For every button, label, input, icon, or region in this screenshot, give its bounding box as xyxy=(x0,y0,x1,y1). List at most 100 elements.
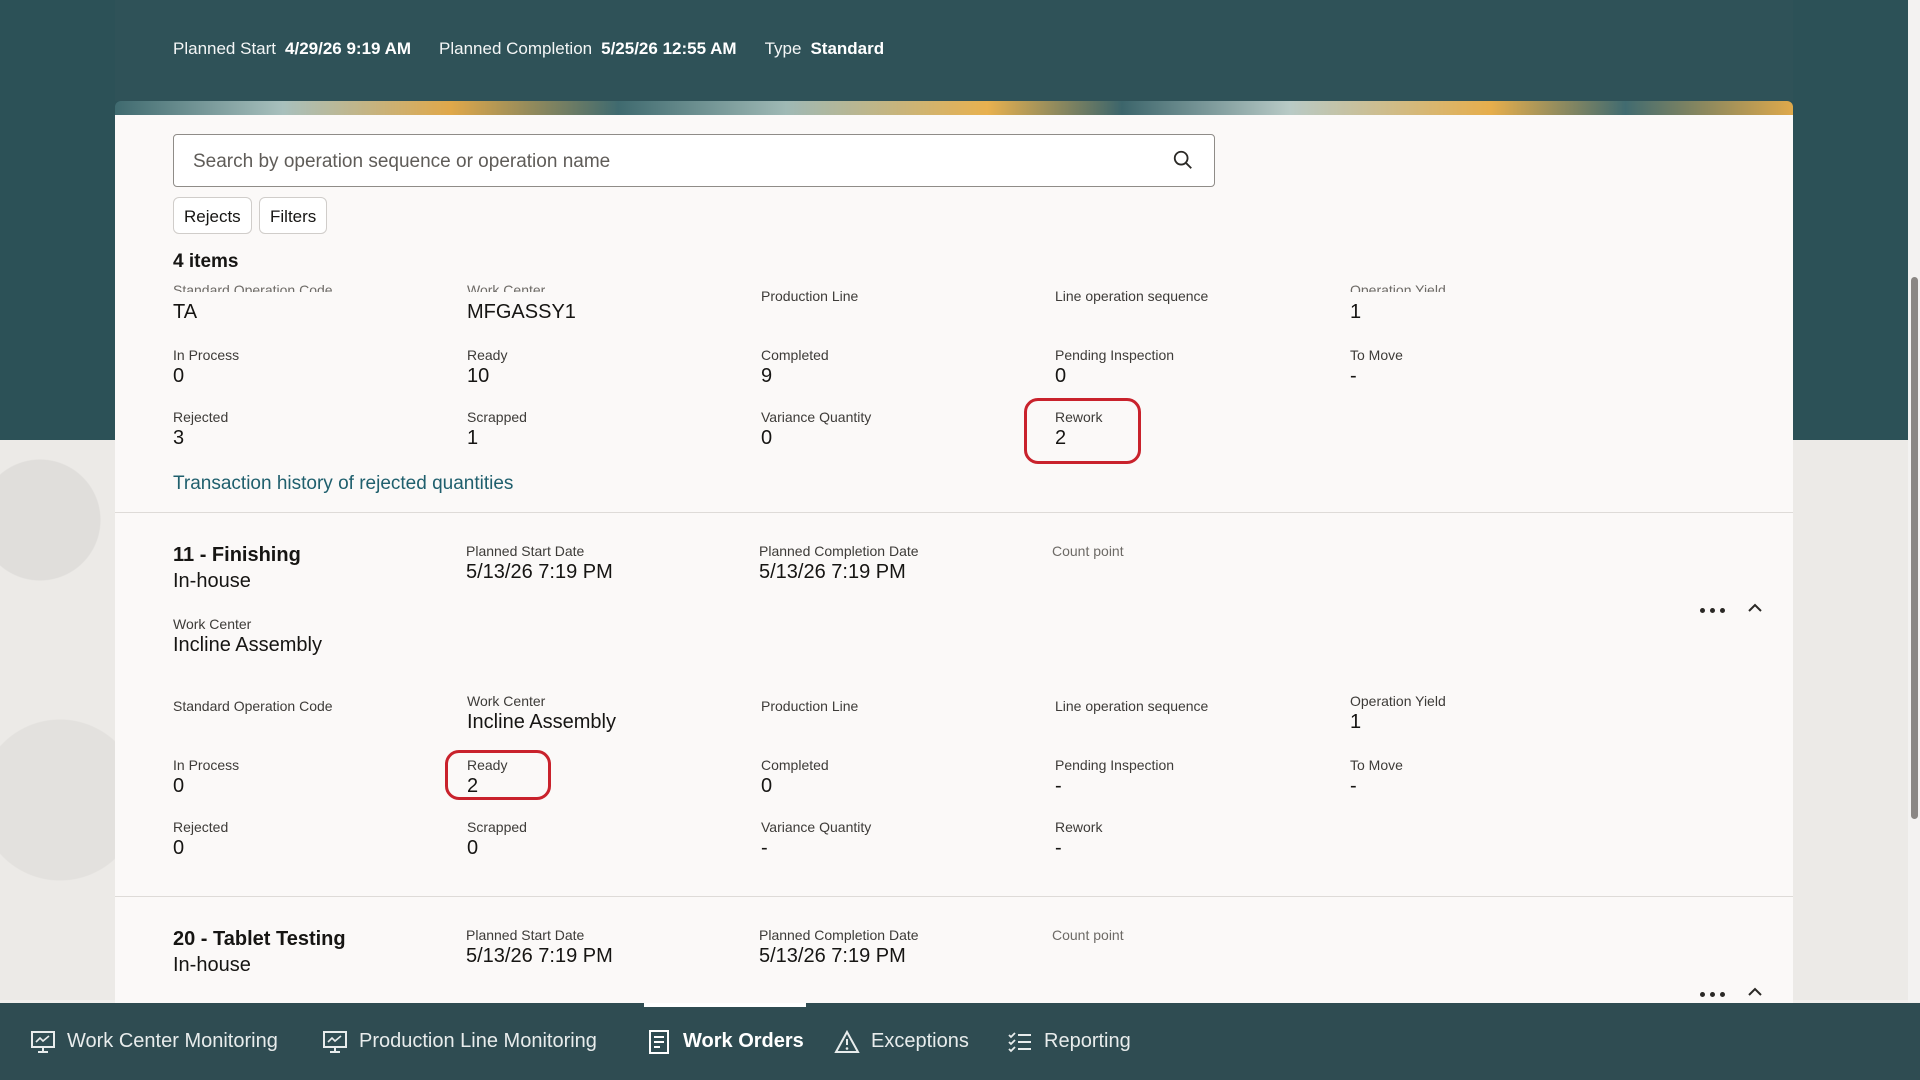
work-center-label: Work Center xyxy=(467,693,546,709)
planned-start-date-value: 5/13/26 7:19 PM xyxy=(466,945,613,967)
nav-work-orders[interactable]: Work Orders xyxy=(644,1003,806,1080)
rejects-chip[interactable]: Rejects xyxy=(173,197,252,234)
operation-yield-value: 1 xyxy=(1350,711,1362,733)
item-count: 4 items xyxy=(173,251,239,272)
to-move-value: - xyxy=(1350,365,1357,387)
scrapped-label: Scrapped xyxy=(467,819,527,835)
search-input[interactable]: Search by operation sequence or operatio… xyxy=(173,134,1215,187)
rework-highlight xyxy=(1024,398,1141,464)
line-operation-sequence-label: Line operation sequence xyxy=(1055,698,1209,714)
operation-title[interactable]: 11 - Finishing xyxy=(173,544,301,567)
planned-completion-date-label: Planned Completion Date xyxy=(759,543,919,559)
to-move-label: To Move xyxy=(1350,347,1403,363)
document-icon xyxy=(649,1029,669,1054)
production-line-label: Production Line xyxy=(761,698,859,714)
completed-value: 0 xyxy=(761,775,773,797)
search-icon[interactable] xyxy=(1172,149,1194,171)
transaction-history-link[interactable]: Transaction history of rejected quantiti… xyxy=(173,473,513,495)
line-operation-sequence-label: Line operation sequence xyxy=(1055,288,1209,304)
scrollbar-thumb[interactable] xyxy=(1911,277,1918,819)
pending-inspection-value: 0 xyxy=(1055,365,1067,387)
work-center-header-label: Work Center xyxy=(173,616,252,632)
planned-completion-label: Planned Completion xyxy=(439,39,593,58)
standard-operation-code-label: Standard Operation Code xyxy=(173,698,333,714)
completed-label: Completed xyxy=(761,757,829,773)
count-point-label: Count point xyxy=(1052,927,1124,943)
pending-inspection-label: Pending Inspection xyxy=(1055,347,1175,363)
planned-start-date-value: 5/13/26 7:19 PM xyxy=(466,561,613,583)
operation-yield-label: Operation Yield xyxy=(1350,282,1446,292)
rejected-label: Rejected xyxy=(173,409,229,425)
nav-reporting[interactable]: Reporting xyxy=(1007,1003,1131,1080)
monitor-icon xyxy=(323,1030,347,1053)
filters-chip[interactable]: Filters xyxy=(259,197,328,234)
in-process-value: 0 xyxy=(173,365,185,387)
operation-title[interactable]: 20 - Tablet Testing xyxy=(173,928,346,951)
planned-completion-date-label: Planned Completion Date xyxy=(759,927,919,943)
planned-start: Planned Start 4/29/26 9:19 AM xyxy=(173,39,411,59)
chevron-up-icon[interactable] xyxy=(1747,603,1763,613)
warning-icon xyxy=(834,1029,860,1053)
bottom-navigation: Work Center Monitoring Production Line M… xyxy=(0,1003,1920,1080)
completed-value: 9 xyxy=(761,365,773,387)
rework-value: - xyxy=(1055,837,1062,859)
type-label: Type xyxy=(764,39,802,58)
to-move-label: To Move xyxy=(1350,757,1403,773)
nav-label: Exceptions xyxy=(871,1030,969,1052)
nav-label: Reporting xyxy=(1044,1030,1131,1052)
nav-production-line-monitoring[interactable]: Production Line Monitoring xyxy=(322,1003,597,1080)
in-process-label: In Process xyxy=(173,757,240,773)
planned-completion-date-value: 5/13/26 7:19 PM xyxy=(759,561,906,583)
planned-start-date-label: Planned Start Date xyxy=(466,927,585,943)
variance-quantity-label: Variance Quantity xyxy=(761,819,872,835)
more-actions-icon[interactable] xyxy=(1700,990,1730,1000)
scrapped-value: 1 xyxy=(467,427,479,449)
pending-inspection-label: Pending Inspection xyxy=(1055,757,1175,773)
decorative-banner xyxy=(115,101,1793,115)
completed-label: Completed xyxy=(761,347,829,363)
monitor-icon xyxy=(31,1030,55,1053)
rework-label: Rework xyxy=(1055,819,1103,835)
rejected-label: Rejected xyxy=(173,819,229,835)
nav-label: Work Orders xyxy=(683,1030,804,1052)
nav-exceptions[interactable]: Exceptions xyxy=(834,1003,969,1080)
rejected-value: 0 xyxy=(173,837,185,859)
card-divider xyxy=(115,896,1793,897)
search-placeholder: Search by operation sequence or operatio… xyxy=(193,151,611,172)
card-divider xyxy=(115,512,1793,513)
to-move-value: - xyxy=(1350,775,1357,797)
planned-start-label: Planned Start xyxy=(173,39,277,58)
work-center-value: Incline Assembly xyxy=(467,711,616,733)
planned-start-date-label: Planned Start Date xyxy=(466,543,585,559)
ready-label: Ready xyxy=(467,347,508,363)
operation-yield-label: Operation Yield xyxy=(1350,693,1446,709)
operations-panel: Search by operation sequence or operatio… xyxy=(115,115,1793,1003)
work-center-label: Work Center xyxy=(467,282,546,292)
nav-work-center-monitoring[interactable]: Work Center Monitoring xyxy=(30,1003,278,1080)
type-value: Standard xyxy=(810,39,885,58)
more-actions-icon[interactable] xyxy=(1700,606,1730,616)
ready-highlight xyxy=(445,750,551,800)
planned-start-value: 4/29/26 9:19 AM xyxy=(285,39,412,58)
scrapped-label: Scrapped xyxy=(467,409,527,425)
nav-label: Work Center Monitoring xyxy=(67,1030,278,1052)
planned-completion: Planned Completion 5/25/26 12:55 AM xyxy=(439,39,737,59)
ready-value: 10 xyxy=(467,365,490,387)
rejected-value: 3 xyxy=(173,427,185,449)
in-process-label: In Process xyxy=(173,347,240,363)
variance-quantity-value: - xyxy=(761,837,768,859)
scrapped-value: 0 xyxy=(467,837,479,859)
variance-quantity-label: Variance Quantity xyxy=(761,409,872,425)
planned-completion-date-value: 5/13/26 7:19 PM xyxy=(759,945,906,967)
operation-subtitle: In-house xyxy=(173,570,251,592)
work-center-header-value: Incline Assembly xyxy=(173,634,322,656)
count-point-label: Count point xyxy=(1052,543,1124,559)
chevron-up-icon[interactable] xyxy=(1747,987,1763,997)
variance-quantity-value: 0 xyxy=(761,427,773,449)
in-process-value: 0 xyxy=(173,775,185,797)
type: Type Standard xyxy=(765,39,885,59)
checklist-icon xyxy=(1008,1031,1031,1052)
pending-inspection-value: - xyxy=(1055,775,1062,797)
planned-completion-value: 5/25/26 12:55 AM xyxy=(601,39,737,58)
standard-operation-code-label: Standard Operation Code xyxy=(173,282,333,292)
